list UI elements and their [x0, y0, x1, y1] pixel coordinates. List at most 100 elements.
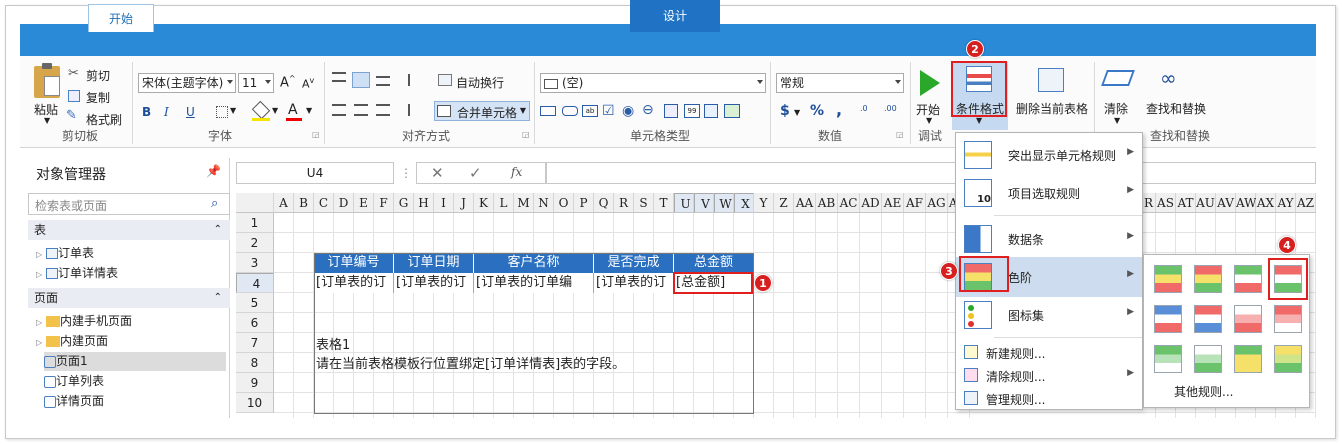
row-header[interactable]: 3: [236, 253, 274, 273]
color-scale-option[interactable]: [1234, 305, 1262, 333]
merge-cells-button[interactable]: 合并单元格 ▼: [434, 101, 530, 121]
column-header[interactable]: B: [294, 193, 314, 213]
object-search-input[interactable]: 检索表或页面 ⌕: [28, 193, 230, 215]
increase-decimal-icon[interactable]: .0: [860, 104, 876, 118]
column-header[interactable]: M: [514, 193, 534, 213]
column-header[interactable]: K: [474, 193, 494, 213]
column-header[interactable]: A: [274, 193, 294, 213]
color-scale-option[interactable]: [1274, 305, 1302, 333]
column-header[interactable]: AB: [816, 193, 838, 213]
calendar-type-icon[interactable]: [704, 104, 718, 118]
border-dropdown-icon[interactable]: ▼: [230, 106, 236, 115]
color-scale-option[interactable]: [1194, 345, 1222, 373]
table-header-cell[interactable]: 总金额: [674, 253, 754, 273]
find-replace-button[interactable]: 查找和替换: [1146, 100, 1206, 117]
column-header[interactable]: U: [674, 193, 694, 213]
tab-file[interactable]: 文件: [30, 0, 82, 32]
column-header[interactable]: AX: [1256, 193, 1276, 213]
column-header[interactable]: H: [414, 193, 434, 213]
play-icon[interactable]: [920, 70, 940, 96]
color-scale-option[interactable]: [1234, 265, 1262, 293]
row-header[interactable]: 4: [236, 273, 274, 293]
table-header-cell[interactable]: 客户名称: [474, 253, 594, 273]
underline-button[interactable]: U: [186, 105, 195, 119]
column-header[interactable]: O: [554, 193, 574, 213]
column-header[interactable]: AU: [1196, 193, 1216, 213]
format-painter-button[interactable]: 格式刷: [86, 111, 122, 128]
tree-item-page[interactable]: 详情页面: [44, 392, 104, 411]
number-type-icon[interactable]: 99: [684, 104, 700, 118]
color-scale-option[interactable]: [1234, 345, 1262, 373]
menu-item-icon-sets[interactable]: 图标集 ▶: [956, 297, 1142, 333]
column-header[interactable]: N: [534, 193, 554, 213]
menu-item-top-bottom-rules[interactable]: 10 项目选取规则 ▶: [956, 175, 1142, 211]
pages-section-header[interactable]: 页面 ⌃: [28, 288, 230, 308]
tab-publish[interactable]: 发布: [570, 0, 624, 32]
more-rules-item[interactable]: 其他规则...: [1174, 383, 1233, 400]
color-scale-option[interactable]: [1194, 265, 1222, 293]
row-header[interactable]: 8: [236, 353, 274, 373]
column-header[interactable]: V: [694, 193, 714, 213]
tables-section-header[interactable]: 表 ⌃: [28, 220, 230, 240]
row-header[interactable]: 1: [236, 213, 274, 233]
color-scale-option[interactable]: [1154, 305, 1182, 333]
collapse-up-icon[interactable]: ⌃: [214, 288, 222, 308]
currency-button[interactable]: $: [780, 103, 790, 119]
indent-icon[interactable]: [408, 74, 422, 86]
column-header[interactable]: AS: [1156, 193, 1176, 213]
wrap-text-button[interactable]: 自动换行: [456, 74, 504, 91]
decrease-decimal-icon[interactable]: .00: [884, 104, 900, 118]
column-header[interactable]: AT: [1176, 193, 1196, 213]
column-header[interactable]: AA: [794, 193, 816, 213]
number-dialog-launcher-icon[interactable]: ◲: [896, 130, 904, 139]
copy-button[interactable]: 复制: [86, 89, 110, 106]
collapse-up-icon[interactable]: ⌃: [214, 220, 222, 240]
column-header[interactable]: F: [374, 193, 394, 213]
tab-home[interactable]: 开始: [88, 4, 154, 32]
table-template-cell[interactable]: [订单表的订: [394, 273, 474, 293]
delete-table-button[interactable]: 删除当前表格: [1016, 100, 1088, 117]
color-scale-option[interactable]: [1154, 265, 1182, 293]
radio-type-icon[interactable]: ◉: [622, 103, 634, 119]
font-color-icon[interactable]: A: [288, 102, 298, 118]
tree-item-table[interactable]: ▷ 订单详情表: [36, 264, 118, 283]
column-header[interactable]: G: [394, 193, 414, 213]
table-header-cell[interactable]: 订单日期: [394, 253, 474, 273]
tab-formula[interactable]: 公式: [366, 0, 420, 32]
align-middle-icon[interactable]: [352, 72, 370, 88]
column-header[interactable]: I: [434, 193, 454, 213]
font-dialog-launcher-icon[interactable]: ◲: [312, 130, 320, 139]
row-header[interactable]: 2: [236, 233, 274, 253]
font-size-select[interactable]: 11: [238, 73, 274, 93]
percent-button[interactable]: %: [810, 103, 824, 119]
tree-item-page-folder[interactable]: ▷ 内建手机页面: [36, 312, 132, 331]
column-header[interactable]: AD: [860, 193, 882, 213]
column-header[interactable]: P: [574, 193, 594, 213]
column-header[interactable]: AF: [904, 193, 926, 213]
row-header[interactable]: 6: [236, 313, 274, 333]
table-header-cell[interactable]: 订单编号: [314, 253, 394, 273]
table-header-cell[interactable]: 是否完成: [594, 253, 674, 273]
table-template-cell[interactable]: [订单表的订: [594, 273, 674, 293]
hyperlink-type-icon[interactable]: ⊖: [642, 102, 654, 118]
cut-button[interactable]: 剪切: [86, 67, 110, 84]
tree-item-page-folder[interactable]: ▷ 内建页面: [36, 332, 108, 351]
column-header[interactable]: AG: [926, 193, 948, 213]
menu-item-manage-rules[interactable]: 管理规则...: [956, 387, 1142, 409]
column-header[interactable]: AW: [1236, 193, 1257, 213]
tab-design[interactable]: 设计: [298, 0, 352, 32]
button-type-icon[interactable]: [562, 106, 578, 116]
column-header[interactable]: AY: [1276, 193, 1296, 213]
merge-dropdown-icon[interactable]: ▼: [520, 106, 526, 115]
column-header[interactable]: L: [494, 193, 514, 213]
name-box[interactable]: U4: [236, 162, 394, 184]
column-header[interactable]: S: [634, 193, 654, 213]
paste-icon[interactable]: [34, 63, 60, 98]
color-scale-option[interactable]: [1274, 345, 1302, 373]
bold-button[interactable]: B: [142, 105, 151, 119]
list-type-icon[interactable]: [664, 104, 678, 118]
paste-dropdown-icon[interactable]: ▼: [44, 116, 50, 125]
row-header[interactable]: 10: [236, 393, 274, 413]
menu-item-highlight-rules[interactable]: 突出显示单元格规则 ▶: [956, 137, 1142, 173]
row-header[interactable]: 7: [236, 333, 274, 353]
